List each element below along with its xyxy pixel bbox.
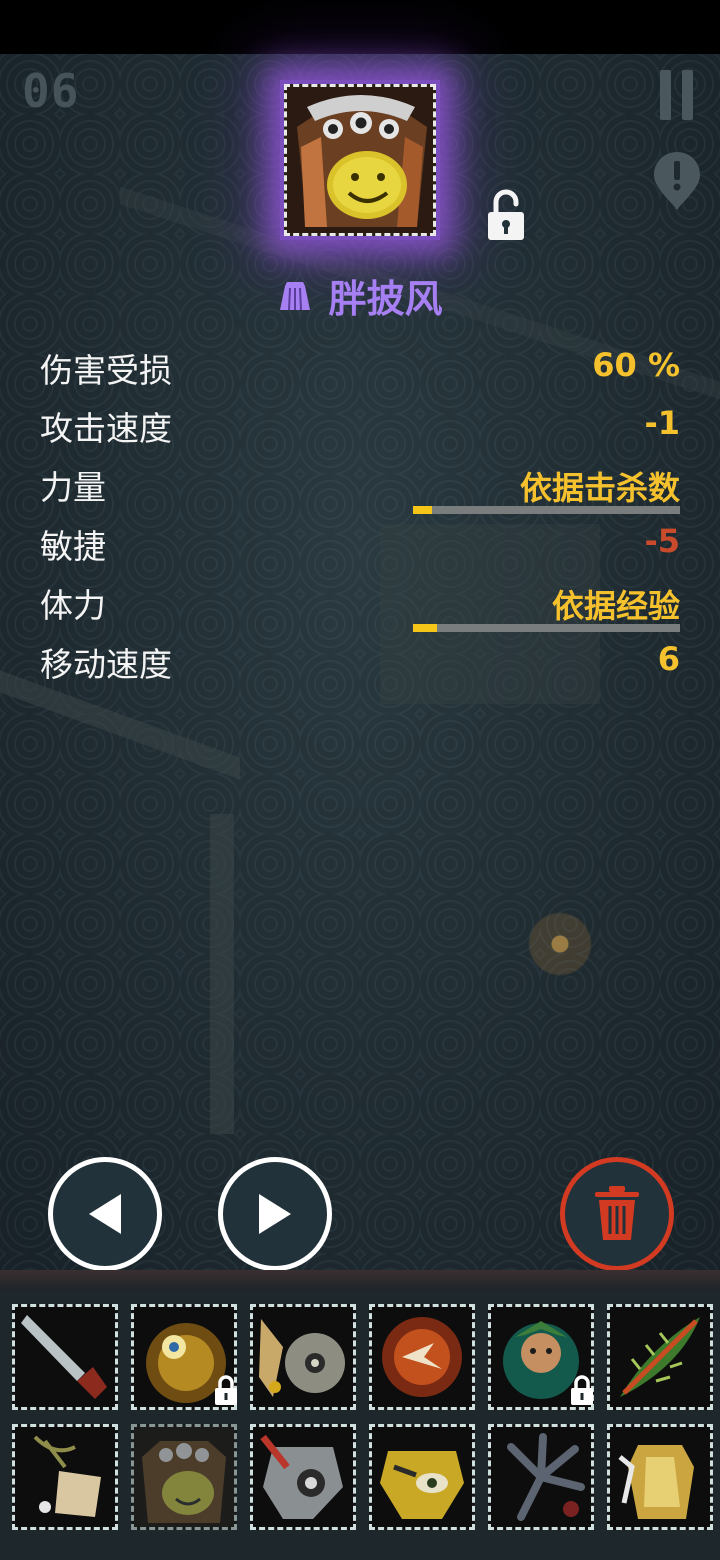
status-bar [0, 0, 720, 54]
stat-row-agility: 敏捷 -5 [40, 516, 680, 566]
padlock-icon [571, 1375, 593, 1405]
panel-divider [0, 1270, 720, 1290]
triangle-right-icon [259, 1194, 291, 1234]
inventory-slot-dagger[interactable] [12, 1304, 118, 1410]
leaf-item-icon [610, 1307, 710, 1407]
stat-row-stamina: 体力 依据经验 [40, 575, 680, 625]
yellow-mask-item-icon [372, 1427, 472, 1527]
stat-value: 依据经验 [551, 587, 680, 625]
item-name: 胖披风 [328, 277, 443, 321]
game-screen: 06 胖披风 伤害受损 60 % 攻击速度 -1 力量 依据击杀数 敏捷 -5 … [0, 0, 720, 1560]
dungeon-wall [210, 814, 234, 1134]
stone-mask-item-icon [253, 1427, 353, 1527]
inventory-slot-fire-orb[interactable] [369, 1304, 475, 1410]
level-counter: 06 [22, 64, 80, 118]
stat-value: -5 [644, 522, 680, 560]
stat-label: 敏捷 [40, 527, 106, 566]
stat-row-move-speed: 移动速度 6 [40, 634, 680, 684]
trash-can-icon [595, 1186, 639, 1240]
item-portrait-frame [280, 80, 440, 240]
golden-armor-item-icon [610, 1427, 710, 1527]
strength-progress-fill [413, 506, 432, 514]
item-title: 胖披风 [0, 268, 720, 328]
inventory-slot-fat-cloak[interactable] [131, 1424, 237, 1530]
stat-row-strength: 力量 依据击杀数 [40, 457, 680, 507]
padlock-icon [215, 1375, 237, 1405]
cape-icon [280, 281, 311, 310]
inventory-slot-skull[interactable] [250, 1304, 356, 1410]
inventory-grid [0, 1290, 720, 1560]
root-item-icon [15, 1427, 115, 1527]
fat-cloak-item-icon [134, 1427, 234, 1527]
dagger-item-icon [15, 1307, 115, 1407]
inventory-slot-leaf[interactable] [607, 1304, 713, 1410]
stat-row-attack-speed: 攻击速度 -1 [40, 398, 680, 448]
stat-label: 体力 [40, 586, 106, 625]
stat-label: 攻击速度 [40, 409, 172, 448]
inventory-slot-stone-mask[interactable] [250, 1424, 356, 1530]
stat-value: 60 % [592, 346, 680, 384]
exclamation-pin-icon[interactable] [652, 150, 702, 212]
stat-label: 力量 [40, 468, 106, 507]
unlocked-padlock-icon[interactable] [484, 188, 528, 242]
stat-label: 移动速度 [40, 645, 172, 684]
stat-row-damage-taken: 伤害受损 60 % [40, 340, 680, 390]
inventory-slot-golden-armor[interactable] [607, 1424, 713, 1530]
prev-item-button[interactable] [48, 1157, 162, 1271]
strength-progress-bar [413, 506, 680, 514]
stat-label: 伤害受损 [40, 351, 172, 390]
inventory-slot-yellow-mask[interactable] [369, 1424, 475, 1530]
triangle-left-icon [89, 1194, 121, 1234]
delete-item-button[interactable] [560, 1157, 674, 1271]
stamina-progress-bar [413, 624, 680, 632]
inventory-slot-root[interactable] [12, 1424, 118, 1530]
next-item-button[interactable] [218, 1157, 332, 1271]
stat-value: -1 [644, 404, 680, 442]
inventory-slot-claw[interactable] [488, 1424, 594, 1530]
stat-value: 依据击杀数 [519, 469, 680, 507]
fat-cloak-portrait [284, 84, 436, 236]
skull-item-icon [253, 1307, 353, 1407]
pause-icon[interactable] [660, 70, 694, 120]
stat-value: 6 [657, 640, 680, 678]
stamina-progress-fill [413, 624, 438, 632]
fire-orb-item-icon [372, 1307, 472, 1407]
claw-item-icon [491, 1427, 591, 1527]
